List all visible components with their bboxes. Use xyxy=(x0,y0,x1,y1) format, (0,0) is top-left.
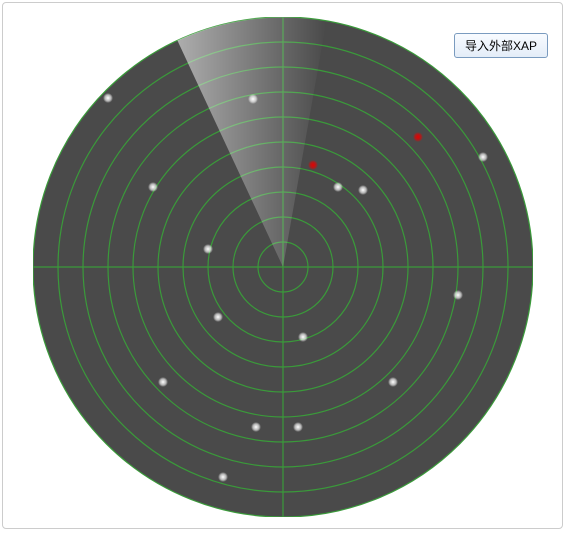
radar-blip-target xyxy=(413,132,423,142)
radar-svg xyxy=(33,17,533,517)
radar-blip xyxy=(478,152,488,162)
radar-blip xyxy=(358,185,368,195)
radar-display xyxy=(33,17,533,517)
radar-blip xyxy=(203,244,213,254)
radar-blip xyxy=(293,422,303,432)
radar-blip xyxy=(148,182,158,192)
radar-blip xyxy=(251,422,261,432)
radar-blip xyxy=(333,182,343,192)
app-frame: 导入外部XAP xyxy=(2,2,563,529)
radar-blip xyxy=(158,377,168,387)
radar-blip xyxy=(453,290,463,300)
radar-blip-target xyxy=(308,160,318,170)
radar-blip xyxy=(388,377,398,387)
import-xap-button[interactable]: 导入外部XAP xyxy=(454,33,548,58)
radar-blip xyxy=(218,472,228,482)
radar-blip xyxy=(248,94,258,104)
radar-blip xyxy=(103,93,113,103)
radar-blip xyxy=(213,312,223,322)
radar-blip xyxy=(298,332,308,342)
